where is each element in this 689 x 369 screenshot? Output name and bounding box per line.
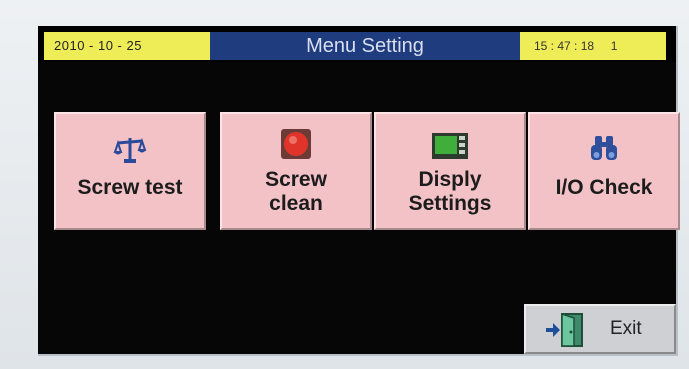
binoculars-icon — [591, 136, 617, 160]
screw-clean-label: Screw clean — [265, 168, 327, 215]
io-check-label: I/O Check — [555, 176, 653, 199]
screw-clean-button[interactable]: Screw clean — [220, 112, 372, 230]
hmi-screen: 2010 - 10 - 25 Menu Setting 15 : 47 : 18… — [38, 26, 680, 356]
date-display: 2010 - 10 - 25 — [44, 32, 210, 60]
exit-door-icon — [546, 312, 583, 347]
display-settings-button[interactable]: Disply Settings — [374, 112, 526, 230]
status-bar: 2010 - 10 - 25 Menu Setting 15 : 47 : 18… — [38, 26, 676, 62]
display-settings-label: Disply Settings — [408, 168, 492, 215]
red-stop-icon — [281, 129, 311, 159]
screw-test-button[interactable]: Screw test — [54, 112, 206, 230]
screw-test-label: Screw test — [77, 176, 183, 199]
io-check-button[interactable]: I/O Check — [528, 112, 680, 230]
page-title: Menu Setting — [210, 32, 520, 60]
balance-scale-icon — [113, 137, 147, 163]
exit-label: Exit — [610, 318, 642, 339]
time-display: 15 : 47 : 18 1 — [520, 32, 666, 60]
exit-button[interactable]: Exit — [524, 304, 676, 354]
display-panel-icon — [432, 133, 468, 159]
